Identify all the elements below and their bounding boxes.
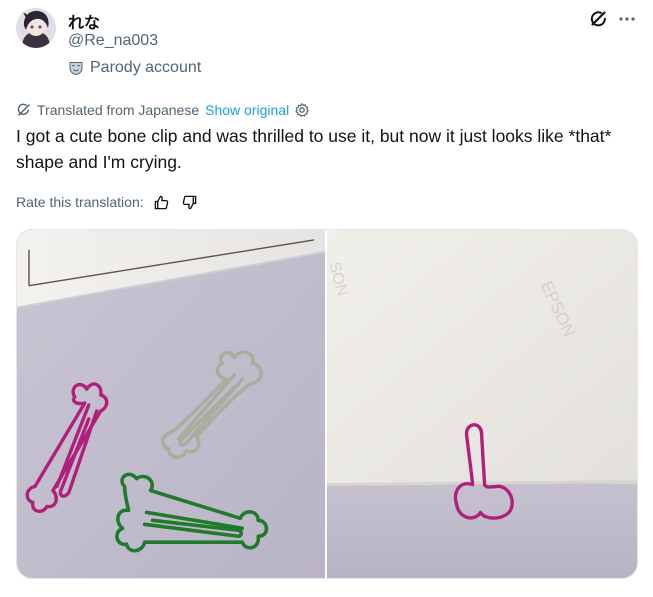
show-original-link[interactable]: Show original <box>205 102 289 118</box>
thumbs-up-icon[interactable] <box>152 192 172 212</box>
parody-label: Parody account <box>90 59 202 76</box>
translate-icon <box>17 103 30 116</box>
more-horizontal-icon[interactable] <box>616 8 638 30</box>
user-handle[interactable]: @Re_na003 <box>68 32 158 50</box>
avatar-image <box>16 8 56 48</box>
thumbs-down-icon[interactable] <box>180 192 200 212</box>
photo-bone-clips-on-desk[interactable] <box>17 230 325 578</box>
parody-badge: Parody account <box>68 58 201 78</box>
tweet-text: I got a cute bone clip and was thrilled … <box>16 126 612 172</box>
grok-icon[interactable] <box>588 8 610 30</box>
photo-pink-clip-on-paper[interactable]: SON EPSON <box>327 230 637 578</box>
parody-mask-icon <box>69 62 83 76</box>
rate-label: Rate this translation: <box>16 194 144 210</box>
display-name[interactable]: れな <box>68 9 100 33</box>
translation-notice: Translated from Japanese Show original <box>16 100 310 120</box>
translated-label: Translated from Japanese <box>37 102 200 118</box>
translation-rating: Rate this translation: <box>16 191 200 213</box>
avatar[interactable] <box>16 8 56 48</box>
media-grid: SON EPSON <box>16 229 638 579</box>
gear-icon[interactable] <box>294 102 310 118</box>
